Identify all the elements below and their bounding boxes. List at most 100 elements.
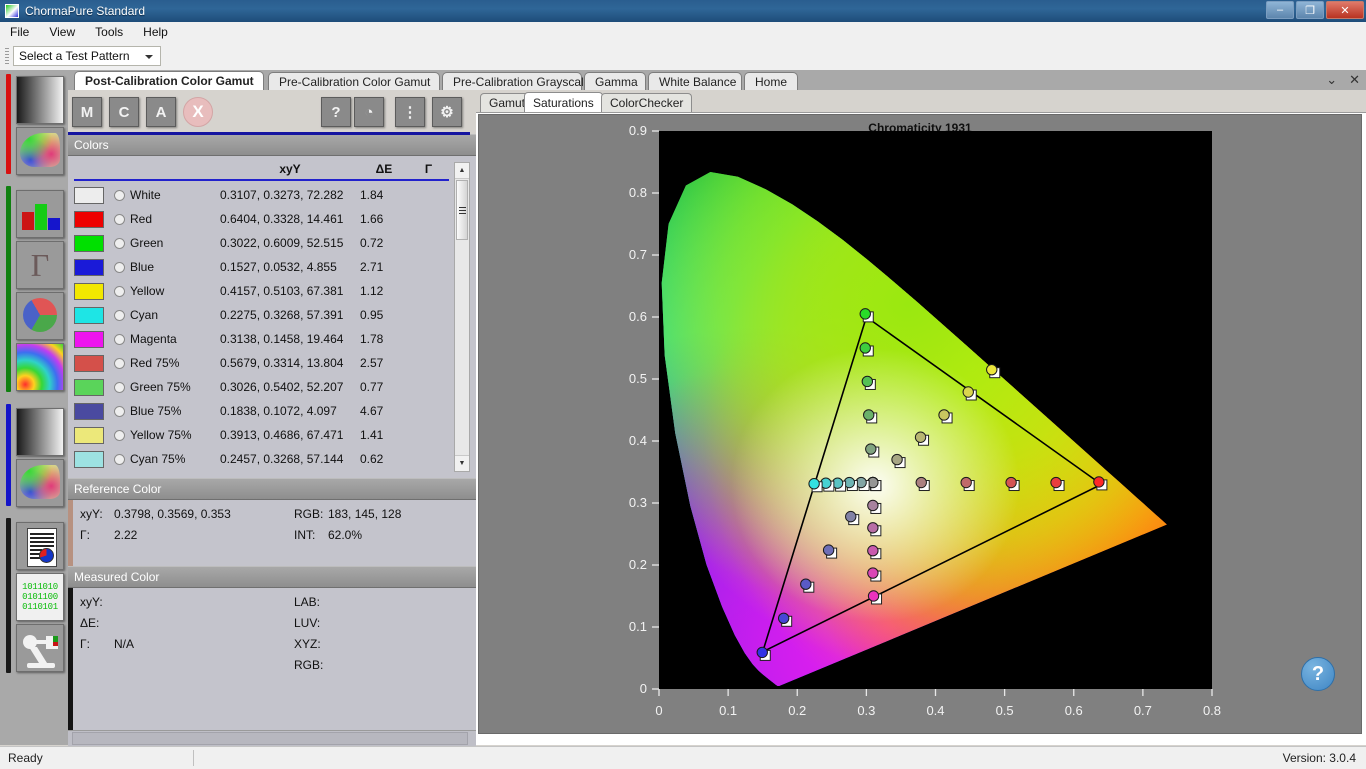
color-swatch [74,427,104,444]
tab-pre-calibration-color-gamut[interactable]: Pre-Calibration Color Gamut [268,72,440,90]
measured-delta-e-label: ΔE: [80,616,114,630]
table-row[interactable]: White0.3107, 0.3273, 72.2821.84 [74,183,449,207]
help-button[interactable]: ? [321,97,351,127]
color-gamma [408,279,449,303]
chromaticity-plot[interactable]: Chromaticity 1931 00.10.20.30.40.50.60.7… [478,114,1362,734]
measured-point-marker [916,477,926,487]
scroll-thumb[interactable] [456,180,468,240]
left-panel-horizontal-scrollbar[interactable] [68,730,476,746]
auto-button[interactable]: A [146,97,176,127]
stop-button[interactable]: X [183,97,213,127]
table-row[interactable]: Red0.6404, 0.3328, 14.4611.66 [74,207,449,231]
measured-luv-value [328,616,476,630]
hscroll-thumb[interactable] [72,732,468,745]
tab-pre-calibration-grayscale[interactable]: Pre-Calibration Grayscale [442,72,582,90]
rail-probe-button[interactable] [16,624,64,672]
rail-raw-data-button[interactable]: 101101001011000110101 [16,573,64,621]
minimize-button[interactable]: – [1266,1,1294,19]
options-button[interactable]: ⋮ [395,97,425,127]
measured-point-marker [868,591,878,601]
measured-point-marker [1051,477,1061,487]
rail-report-button[interactable] [16,522,64,570]
calibrate-button[interactable]: C [109,97,139,127]
tab-white-balance[interactable]: White Balance [648,72,742,90]
tab-gamma[interactable]: Gamma [584,72,646,90]
menu-tools[interactable]: Tools [85,23,133,41]
rail-color-wheel-button[interactable] [16,292,64,340]
measured-color-header: Measured Color [68,566,476,588]
close-button[interactable]: ✕ [1326,1,1364,19]
table-row[interactable]: Blue0.1527, 0.0532, 4.8552.71 [74,255,449,279]
tab-post-calibration-color-gamut[interactable]: Post-Calibration Color Gamut [74,71,264,90]
row-radio[interactable] [114,262,125,273]
row-radio[interactable] [114,214,125,225]
table-row[interactable]: Blue 75%0.1838, 0.1072, 4.0974.67 [74,399,449,423]
close-tab-icon[interactable]: ✕ [1349,72,1360,88]
rail-grayscale-ramp-button-2[interactable] [16,408,64,456]
row-radio[interactable] [114,406,125,417]
scroll-up-arrow-icon[interactable]: ▲ [455,163,469,179]
color-xyy: 0.1838, 0.1072, 4.097 [220,399,360,423]
toolbar-grip[interactable] [5,48,9,64]
menu-file[interactable]: File [0,23,39,41]
svg-text:0.9: 0.9 [629,123,647,138]
menu-view[interactable]: View [39,23,85,41]
color-name: Red [130,212,152,226]
subtab-saturations[interactable]: Saturations [524,92,603,112]
color-delta-e: 0.77 [360,375,408,399]
measured-delta-e-value [114,616,294,630]
tab-home[interactable]: Home [744,72,798,90]
chart-help-button[interactable]: ? [1301,657,1335,691]
svg-text:0.3: 0.3 [629,495,647,510]
rail-group-pre [0,70,68,184]
test-pattern-value: Select a Test Pattern [14,49,130,63]
row-radio[interactable] [114,190,125,201]
row-radio[interactable] [114,310,125,321]
timer-button[interactable]: ◔ [354,97,384,127]
table-row[interactable]: Magenta0.3138, 0.1458, 19.4641.78 [74,327,449,351]
row-radio[interactable] [114,430,125,441]
measured-point-marker [823,545,833,555]
measure-button[interactable]: M [72,97,102,127]
rail-color-gamut-button[interactable] [16,127,64,175]
tab-list-dropdown-icon[interactable]: ⌄ [1326,72,1337,88]
row-radio[interactable] [114,238,125,249]
measured-rgb-row: RGB: [68,651,476,672]
row-radio[interactable] [114,286,125,297]
rail-gamma-button[interactable]: Γ [16,241,64,289]
cie-gamut-icon [17,128,63,174]
maximize-button[interactable]: ❐ [1296,1,1324,19]
color-xyy: 0.3022, 0.6009, 52.515 [220,231,360,255]
test-pattern-select[interactable]: Select a Test Pattern [13,46,161,66]
table-row[interactable]: Green 75%0.3026, 0.5402, 52.2070.77 [74,375,449,399]
table-row[interactable]: Green0.3022, 0.6009, 52.5150.72 [74,231,449,255]
table-row[interactable]: Cyan0.2275, 0.3268, 57.3910.95 [74,303,449,327]
rail-rgb-levels-button[interactable] [16,190,64,238]
color-name: Red 75% [130,356,179,370]
measured-point-marker [866,444,876,454]
svg-text:0.6: 0.6 [629,309,647,324]
rail-saturations-button[interactable] [16,343,64,391]
saturation-sweep-icon [17,344,63,390]
color-xyy: 0.2275, 0.3268, 57.391 [220,303,360,327]
row-radio[interactable] [114,454,125,465]
measured-lab-value [328,595,476,609]
table-row[interactable]: Yellow 75%0.3913, 0.4686, 67.4711.41 [74,423,449,447]
left-content-panel: M C A X ? ◔ ⋮ ⚙ Colors xyY ΔE Γ [68,90,477,745]
table-row[interactable]: Yellow0.4157, 0.5103, 67.3811.12 [74,279,449,303]
row-radio[interactable] [114,382,125,393]
row-radio[interactable] [114,358,125,369]
subtab-colorchecker[interactable]: ColorChecker [601,93,692,112]
scroll-down-arrow-icon[interactable]: ▼ [455,455,469,471]
rail-color-gamut-button-2[interactable] [16,459,64,507]
table-row[interactable]: Red 75%0.5679, 0.3314, 13.8042.57 [74,351,449,375]
menu-help[interactable]: Help [133,23,178,41]
settings-gear-button[interactable]: ⚙ [432,97,462,127]
rail-grayscale-ramp-button[interactable] [16,76,64,124]
colors-vertical-scrollbar[interactable]: ▲ ▼ [454,162,470,472]
measured-point-marker [892,454,902,464]
table-row[interactable]: Cyan 75%0.2457, 0.3268, 57.1440.62 [74,447,449,471]
chart-canvas-wrapper: 00.10.20.30.40.50.60.70.800.10.20.30.40.… [479,115,1363,735]
row-radio[interactable] [114,334,125,345]
tab-strip-controls: ⌄ ✕ [1326,72,1360,88]
